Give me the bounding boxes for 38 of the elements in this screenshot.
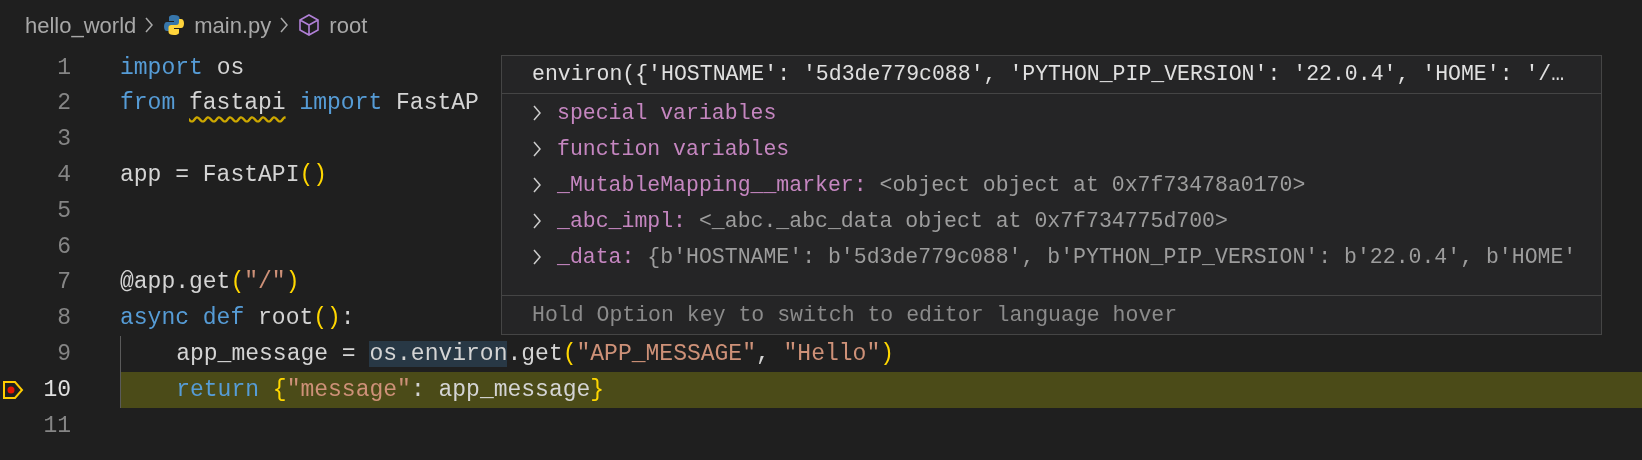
breadcrumb-item[interactable]: root bbox=[329, 8, 368, 42]
line-number: 1 bbox=[56, 53, 71, 83]
python-icon bbox=[162, 13, 187, 37]
chevron-right-icon bbox=[532, 176, 542, 194]
code-line: async def root(): bbox=[120, 304, 355, 334]
chevron-right-icon bbox=[279, 16, 290, 34]
line-number: 3 bbox=[56, 125, 71, 155]
hover-title: environ({'HOSTNAME': '5d3de779c088', 'PYTHON_PIP_VERSION': '22.0.4', 'HOME': '/… bbox=[532, 61, 1565, 89]
line-number: 9 bbox=[56, 340, 71, 369]
line-number: 6 bbox=[56, 232, 71, 262]
code-line: return {"message": app_message} bbox=[175, 375, 605, 405]
variable-tree-item[interactable]: function variables bbox=[502, 131, 1601, 167]
line-number: 10 bbox=[42, 375, 71, 405]
cube-icon bbox=[297, 13, 322, 37]
chevron-right-icon bbox=[144, 16, 155, 34]
variable-tree-item[interactable]: _data: {b'HOSTNAME': b'5d3de779c088', b'PYTHON_PIP_VERSION': b'22.0.4', b'HOME' bbox=[502, 239, 1601, 275]
line-number: 11 bbox=[42, 411, 71, 441]
breakpoint-icon[interactable] bbox=[2, 380, 24, 401]
line-number: 2 bbox=[56, 89, 71, 119]
breadcrumb-item[interactable]: main.py bbox=[194, 8, 272, 42]
code-line: from fastapi import FastAP bbox=[120, 89, 479, 119]
line-number: 5 bbox=[56, 196, 71, 226]
breadcrumb-item[interactable]: hello_world bbox=[25, 8, 137, 42]
line-number: 7 bbox=[56, 268, 71, 298]
chevron-right-icon bbox=[532, 140, 542, 158]
code-line: import os bbox=[120, 53, 245, 83]
variable-tree-item[interactable]: _MutableMapping__marker: <object object at 0x7f73478a0170> bbox=[502, 167, 1601, 203]
code-line: @app.get("/") bbox=[120, 268, 300, 298]
line-number: 8 bbox=[56, 304, 71, 334]
code-line: app = FastAPI() bbox=[120, 161, 328, 191]
variable-tree-item[interactable]: special variables bbox=[502, 95, 1601, 131]
code-line: app_message = os.environ.get("APP_MESSAGE", "Hello") bbox=[175, 340, 894, 370]
chevron-right-icon bbox=[532, 212, 542, 230]
chevron-right-icon bbox=[532, 248, 542, 266]
variable-tree-item[interactable]: _abc_impl: <_abc._abc_data object at 0x7f734775d700> bbox=[502, 203, 1601, 239]
chevron-right-icon bbox=[532, 104, 542, 122]
hover-hint: Hold Option key to switch to editor language hover bbox=[532, 301, 1178, 329]
line-number: 4 bbox=[56, 161, 71, 191]
